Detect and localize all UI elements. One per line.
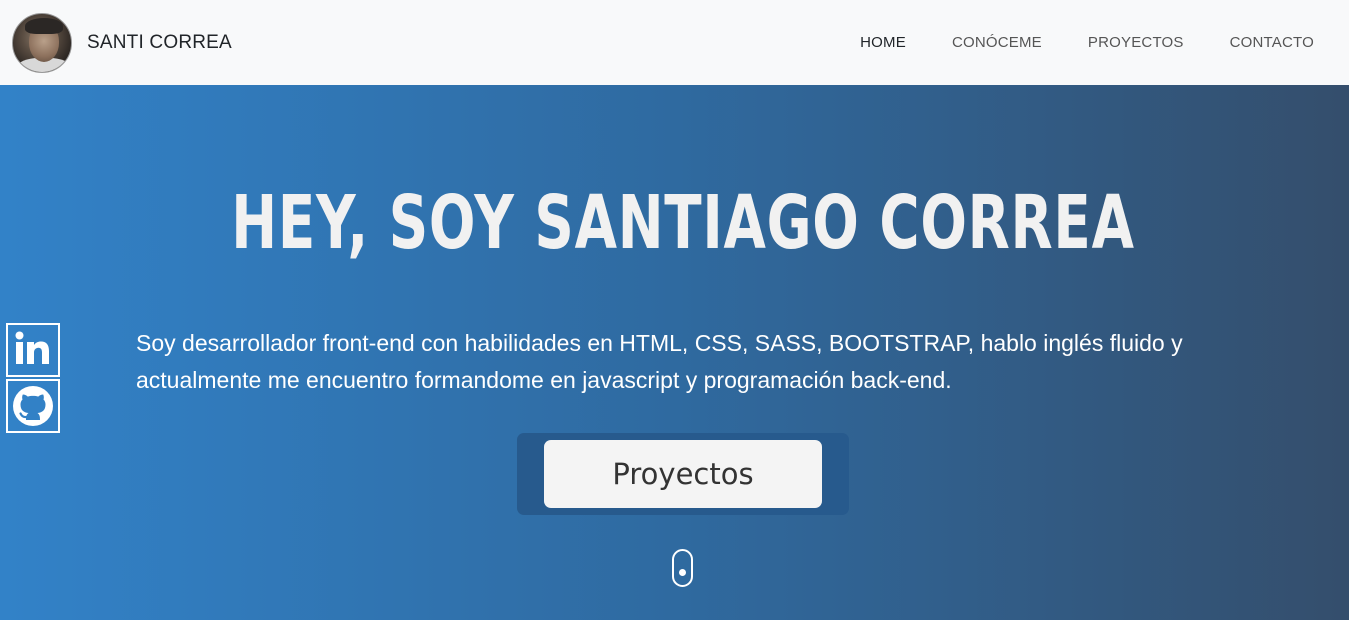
github-link[interactable] xyxy=(6,379,60,433)
hero-description: Soy desarrollador front-end con habilida… xyxy=(136,325,1226,399)
hero-description-line-1: Soy desarrollador front-end con habilida… xyxy=(136,330,1183,356)
hero-title: HEY, SOY SANTIAGO CORREA xyxy=(231,180,1135,266)
github-icon xyxy=(13,386,53,426)
navbar: SANTI CORREA HOME CONÓCEME PROYECTOS CON… xyxy=(0,0,1349,85)
hero-description-line-2: actualmente me encuentro formandome en j… xyxy=(136,367,952,393)
avatar xyxy=(12,12,72,73)
nav-link-home[interactable]: HOME xyxy=(860,34,906,51)
nav-link-proyectos[interactable]: PROYECTOS xyxy=(1088,34,1184,51)
scroll-dot xyxy=(679,569,686,576)
nav-link-conoceme[interactable]: CONÓCEME xyxy=(952,34,1042,51)
linkedin-link[interactable] xyxy=(6,323,60,377)
brand-name: SANTI CORREA xyxy=(87,31,232,53)
scroll-down-icon[interactable] xyxy=(672,549,693,587)
nav-links: HOME CONÓCEME PROYECTOS CONTACTO xyxy=(860,0,1349,85)
brand-link[interactable]: SANTI CORREA xyxy=(12,12,232,73)
nav-link-contacto[interactable]: CONTACTO xyxy=(1230,34,1314,51)
linkedin-icon xyxy=(15,331,49,364)
proyectos-button[interactable]: Proyectos xyxy=(544,440,822,508)
cta-frame: Proyectos xyxy=(517,433,849,515)
hero-section: HEY, SOY SANTIAGO CORREA Soy desarrollad… xyxy=(0,85,1349,620)
